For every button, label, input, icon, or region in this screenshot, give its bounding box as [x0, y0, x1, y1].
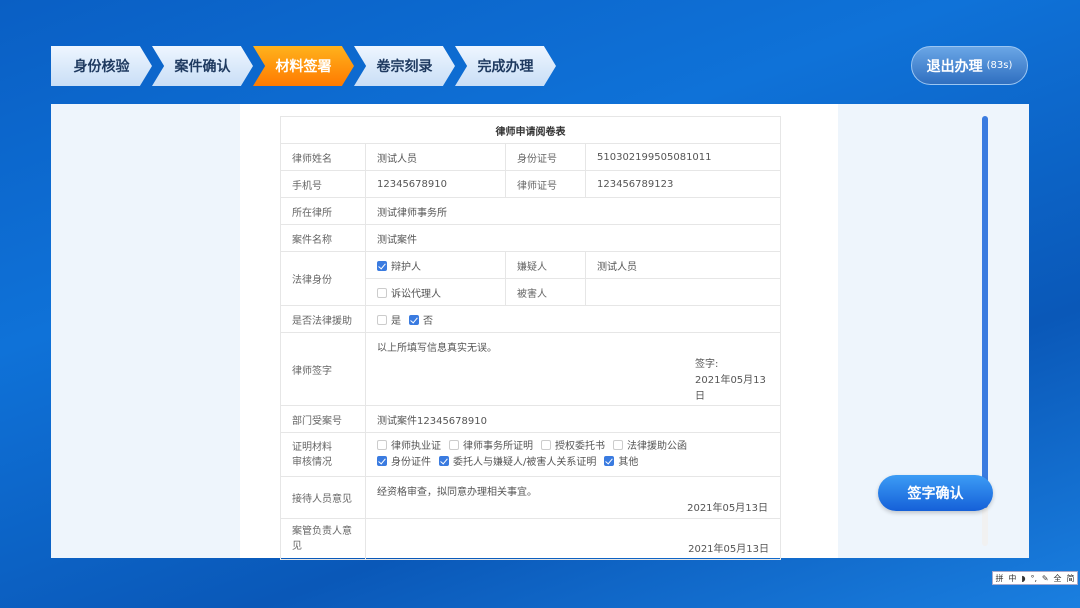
countdown: (83s)	[986, 60, 1013, 71]
checkbox-aid-no[interactable]: 否	[409, 314, 433, 327]
option-label: 辩护人	[391, 261, 421, 273]
sign-statement: 以上所填写信息真实无误。	[377, 343, 497, 354]
label: 证明材料 审核情况	[280, 432, 366, 477]
ime-toolbar[interactable]: 拼中 ◗ °, ✎ 全简	[992, 571, 1078, 585]
label: 律师证号	[505, 170, 586, 198]
progress-steps: 身份核验 案件确认 材料签署 卷宗刻录 完成办理	[51, 46, 556, 86]
value	[585, 278, 781, 306]
label: 接待人员意见	[280, 476, 366, 519]
label-line: 审核情况	[292, 456, 332, 468]
label: 手机号	[280, 170, 366, 198]
exit-button[interactable]: 退出办理 (83s)	[911, 46, 1028, 85]
option-label: 其他	[618, 456, 639, 468]
materials-checklist: 律师执业证 律师事务所证明 授权委托书 法律援助公函身份证件 委托人与嫌疑人/被害人关系…	[365, 432, 781, 477]
form-title: 律师申请阅卷表	[280, 116, 781, 144]
label: 嫌疑人	[505, 251, 586, 279]
option-label: 是	[391, 315, 401, 327]
step-case-confirm: 案件确认	[152, 46, 253, 86]
checkbox-icon	[541, 439, 551, 450]
application-form: 律师申请阅卷表 律师姓名 测试人员 身份证号 510302199505081011 手…	[280, 116, 781, 560]
ime-item[interactable]: 中	[1008, 573, 1016, 584]
checkbox-material[interactable]: 律师执业证	[377, 439, 441, 452]
value: 12345678910	[365, 170, 506, 198]
label: 身份证号	[505, 143, 586, 171]
value: 测试律师事务所	[365, 197, 781, 225]
checkbox-icon	[604, 455, 615, 466]
value: 123456789123	[585, 170, 781, 198]
label: 案件名称	[280, 224, 366, 252]
step-complete: 完成办理	[455, 46, 556, 86]
ime-item[interactable]: 全	[1054, 573, 1062, 584]
label: 案管负责人意见	[280, 518, 366, 560]
option-label: 身份证件	[391, 456, 431, 468]
checkbox-defender[interactable]: 辩护人	[365, 251, 506, 279]
checkbox-icon	[439, 455, 449, 466]
ime-item[interactable]: 简	[1066, 573, 1074, 584]
label: 律师姓名	[280, 143, 366, 171]
label: 律师签字	[280, 332, 366, 406]
checkbox-material[interactable]: 其他	[604, 455, 639, 468]
checkbox-icon	[377, 455, 387, 466]
option-label: 律师执业证	[391, 440, 441, 452]
checkbox-material[interactable]: 律师事务所证明	[449, 439, 533, 452]
scrollbar-thumb[interactable]	[982, 116, 988, 508]
checkbox-icon	[613, 439, 623, 450]
label: 部门受案号	[280, 405, 366, 433]
checkbox-icon	[377, 314, 387, 325]
ime-item[interactable]: 拼	[995, 573, 1003, 584]
checkbox-aid-yes[interactable]: 是	[377, 314, 401, 327]
sign-date: 2021年05月13日	[695, 375, 766, 402]
label: 被害人	[505, 278, 586, 306]
checkbox-icon	[377, 439, 387, 450]
option-label: 律师事务所证明	[463, 440, 533, 452]
option-label: 法律援助公函	[627, 440, 687, 452]
value: 测试人员	[365, 143, 506, 171]
checkbox-icon	[449, 439, 459, 450]
checkbox-icon	[409, 314, 419, 325]
exit-label: 退出办理	[926, 58, 983, 75]
step-identity: 身份核验	[51, 46, 152, 86]
checkbox-icon	[377, 260, 387, 271]
checkbox-agent[interactable]: 诉讼代理人	[365, 278, 506, 306]
step-burn-dossier: 卷宗刻录	[354, 46, 455, 86]
value: 510302199505081011	[585, 143, 781, 171]
reception-date: 2021年05月13日	[687, 503, 768, 514]
label: 是否法律援助	[280, 305, 366, 333]
option-label: 委托人与嫌疑人/被害人关系证明	[453, 456, 597, 468]
manager-date: 2021年05月13日	[688, 544, 769, 555]
checkbox-icon	[377, 287, 387, 298]
form-area: 律师申请阅卷表 律师姓名 测试人员 身份证号 510302199505081011 手…	[240, 104, 988, 560]
ime-item[interactable]: °,	[1030, 574, 1037, 583]
checkbox-material[interactable]: 委托人与嫌疑人/被害人关系证明	[439, 455, 597, 468]
checkbox-material[interactable]: 身份证件	[377, 455, 431, 468]
step-material-sign: 材料签署	[253, 46, 354, 86]
option-label: 授权委托书	[555, 440, 605, 452]
reception-opinion: 经资格审查，拟同意办理相关事宜。	[377, 487, 537, 498]
option-label: 否	[423, 315, 433, 327]
checkbox-material[interactable]: 法律援助公函	[613, 439, 687, 452]
ime-item[interactable]: ◗	[1021, 574, 1025, 583]
value: 测试人员	[585, 251, 781, 279]
option-label: 诉讼代理人	[391, 288, 441, 300]
checkbox-material[interactable]: 授权委托书	[541, 439, 605, 452]
value: 测试案件	[365, 224, 781, 252]
sign-prefix: 签字:	[695, 359, 719, 370]
value: 测试案件12345678910	[365, 405, 781, 433]
label: 法律身份	[280, 251, 366, 306]
label-line: 证明材料	[292, 441, 332, 453]
sign-confirm-button[interactable]: 签字确认	[878, 475, 993, 511]
label: 所在律所	[280, 197, 366, 225]
ime-item[interactable]: ✎	[1042, 574, 1049, 583]
